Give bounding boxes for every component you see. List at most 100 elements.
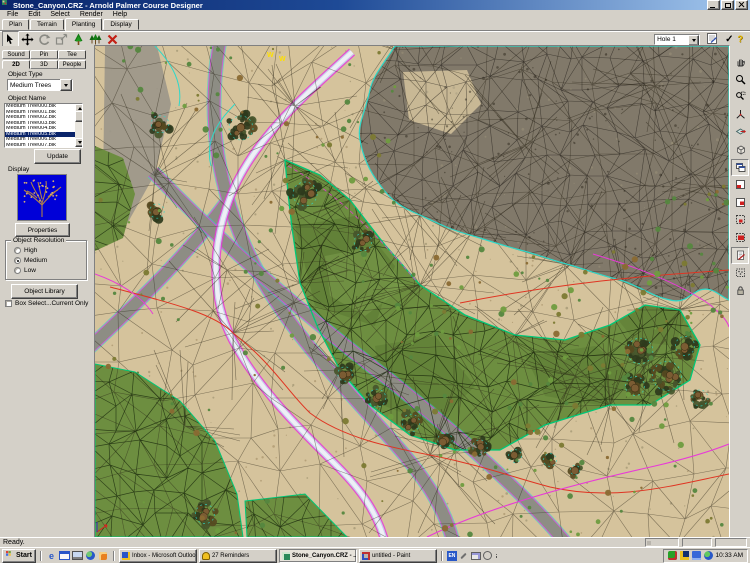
task-button[interactable]: Inbox - Microsoft Outlook [119, 549, 197, 563]
pen-icon[interactable] [459, 551, 469, 561]
radio-label: High [24, 247, 37, 254]
status-pane [715, 538, 747, 547]
main-toolbar: Hole 1 ✓ ? [0, 31, 750, 46]
zoom-tool[interactable] [731, 71, 749, 88]
ico-outlook [122, 552, 130, 560]
task-button[interactable]: 27 Reminders [199, 549, 277, 563]
camera-move-tool[interactable] [731, 123, 749, 140]
side-tab-2d[interactable]: 2D [2, 60, 30, 69]
tab-terrain[interactable]: Terrain [30, 19, 64, 30]
select-tool[interactable] [2, 31, 19, 47]
scale-tool[interactable] [53, 31, 70, 47]
show-view-a-tool[interactable] [731, 176, 749, 193]
task-label: 27 Reminders [212, 553, 249, 559]
tee-marker: W [279, 56, 286, 63]
tablet-icon[interactable] [471, 551, 481, 561]
outlook-launch-icon[interactable] [59, 550, 70, 561]
taskbar-divider [40, 551, 42, 561]
object-name-list[interactable]: Medium Tree000.blkMedium Tree001.blkMedi… [4, 103, 83, 148]
start-button[interactable]: Start [2, 549, 36, 563]
menu-file[interactable]: File [2, 11, 23, 18]
radio-low[interactable] [14, 267, 21, 274]
minimize-button[interactable] [707, 0, 720, 10]
tray-icon-network[interactable] [704, 551, 713, 560]
show-desktop-icon[interactable] [72, 550, 83, 561]
rotate-view-tool[interactable] [731, 106, 749, 123]
start-label: Start [16, 552, 32, 559]
list-scrollbar[interactable] [75, 104, 82, 147]
status-text: Ready. [3, 539, 642, 546]
select-region-fill-tool[interactable] [731, 229, 749, 246]
ico-reminders [202, 552, 210, 560]
apply-check-icon[interactable]: ✓ [725, 34, 733, 45]
menu-select[interactable]: Select [45, 11, 74, 18]
update-button[interactable]: Update [34, 149, 81, 164]
taskbar-divider [441, 551, 443, 561]
task-label: untitled - Paint [372, 553, 410, 559]
object-type-label: Object Type [8, 71, 43, 78]
tray-icon-display[interactable] [692, 551, 701, 560]
redraw-tool[interactable] [731, 247, 749, 264]
side-tab-tee[interactable]: Tee [58, 50, 86, 59]
scroll-thumb[interactable] [75, 111, 83, 122]
system-tray: 10:33 AM [663, 549, 748, 563]
zoom-window-tool[interactable] [731, 88, 749, 105]
help-icon[interactable]: ? [738, 34, 744, 44]
course-canvas[interactable]: WW [94, 45, 730, 538]
pan-hand-tool[interactable] [731, 53, 749, 70]
chevron-down-icon[interactable] [60, 79, 72, 91]
box-select-label: Box Select...Current Only [15, 300, 88, 307]
view-3d-tool[interactable] [731, 141, 749, 158]
side-tab-3d[interactable]: 3D [30, 60, 58, 69]
terrain-view[interactable]: WW [95, 46, 729, 537]
status-pane [682, 538, 712, 547]
display-label: Display [8, 166, 29, 173]
hole-selector[interactable]: Hole 1 [654, 34, 700, 45]
box-select-checkbox[interactable] [5, 300, 12, 307]
resolution-option-high: High [14, 247, 37, 254]
overflow-dots-icon[interactable] [496, 554, 498, 558]
restore-button[interactable] [721, 0, 734, 10]
tab-display[interactable]: Display [103, 19, 138, 30]
clock[interactable]: 10:33 AM [716, 552, 743, 559]
scroll-down-icon[interactable] [75, 138, 83, 147]
media-player-icon[interactable] [98, 550, 109, 561]
tray-icon-antivirus[interactable] [668, 551, 677, 560]
side-tab-sound[interactable]: Sound [2, 50, 30, 59]
task-button[interactable]: Stone_Canyon.CRZ - ... [279, 549, 357, 563]
move-tool[interactable] [19, 31, 36, 47]
msn-icon[interactable] [85, 550, 96, 561]
internet-explorer-icon[interactable]: e [46, 550, 57, 561]
object-name-label: Object Name [8, 95, 46, 102]
radio-medium[interactable] [14, 257, 21, 264]
object-type-value: Medium Trees [10, 82, 51, 89]
tab-plan[interactable]: Plan [2, 19, 29, 30]
marquee-tool[interactable] [731, 264, 749, 281]
menu-render[interactable]: Render [75, 11, 108, 18]
title-bar[interactable]: Stone_Canyon.CRZ - Arnold Palmer Course … [0, 0, 750, 10]
view-toolbar [730, 46, 750, 537]
tab-planting[interactable]: Planting [65, 18, 103, 31]
menu-help[interactable]: Help [108, 11, 132, 18]
side-tab-pin[interactable]: Pin [30, 50, 58, 59]
language-indicator[interactable]: EN [447, 551, 457, 561]
plant-tree-tool[interactable] [70, 31, 87, 47]
rotate-tool[interactable] [36, 31, 53, 47]
cascade-views-tool[interactable] [731, 159, 749, 176]
object-type-select[interactable]: Medium Trees [7, 79, 73, 91]
chevron-down-icon[interactable] [688, 35, 699, 46]
tray-icon-scheduler[interactable] [680, 551, 689, 560]
side-tab-people[interactable]: People [58, 60, 86, 69]
lock-tool[interactable] [731, 282, 749, 299]
show-view-b-tool[interactable] [731, 194, 749, 211]
list-item[interactable]: Medium Tree007.blk [5, 143, 76, 149]
help-tray-icon[interactable] [483, 551, 493, 561]
task-button[interactable]: untitled - Paint [359, 549, 437, 563]
close-button[interactable] [735, 0, 748, 10]
menu-edit[interactable]: Edit [23, 11, 45, 18]
radio-high[interactable] [14, 247, 21, 254]
object-library-button[interactable]: Object Library [11, 284, 78, 299]
taskbar-divider [113, 551, 115, 561]
properties-button[interactable]: Properties [15, 223, 70, 237]
select-region-tool[interactable] [731, 211, 749, 228]
